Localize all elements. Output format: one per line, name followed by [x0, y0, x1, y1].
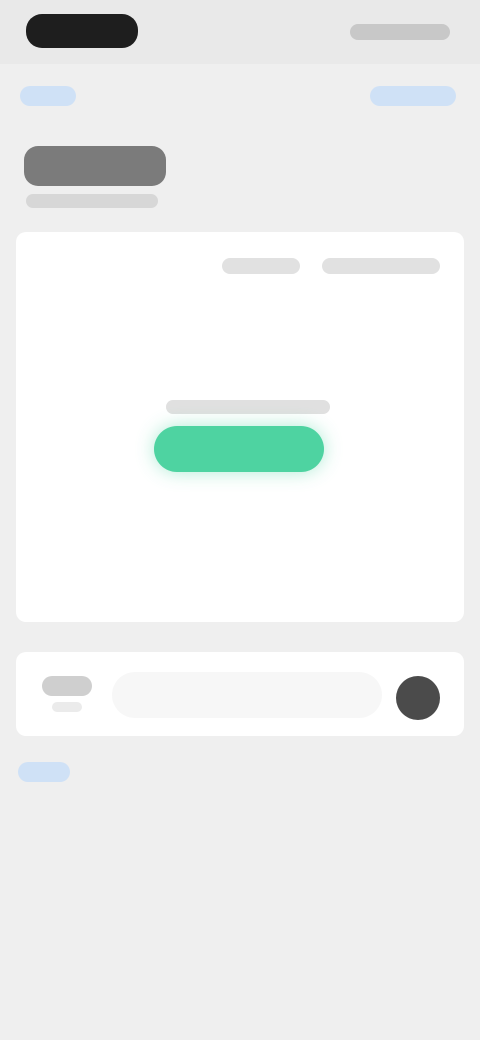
card-toolbar-item-left[interactable] [222, 258, 300, 274]
status-icons [350, 24, 450, 40]
bottom-input-row [16, 652, 464, 736]
bottom-left-sublabel [52, 702, 82, 712]
primary-action-button[interactable] [154, 426, 324, 472]
card-toolbar-item-right[interactable] [322, 258, 440, 274]
message-input[interactable] [112, 672, 382, 718]
footer-link[interactable] [18, 762, 70, 782]
status-bar [0, 0, 480, 64]
card-caption [166, 400, 330, 414]
send-icon[interactable] [396, 676, 440, 720]
nav-action-button[interactable] [370, 86, 456, 106]
page-subtitle [26, 194, 158, 208]
status-time [26, 14, 138, 48]
bottom-left-label[interactable] [42, 676, 92, 696]
main-card [16, 232, 464, 622]
page-title [24, 146, 166, 186]
nav-back-button[interactable] [20, 86, 76, 106]
